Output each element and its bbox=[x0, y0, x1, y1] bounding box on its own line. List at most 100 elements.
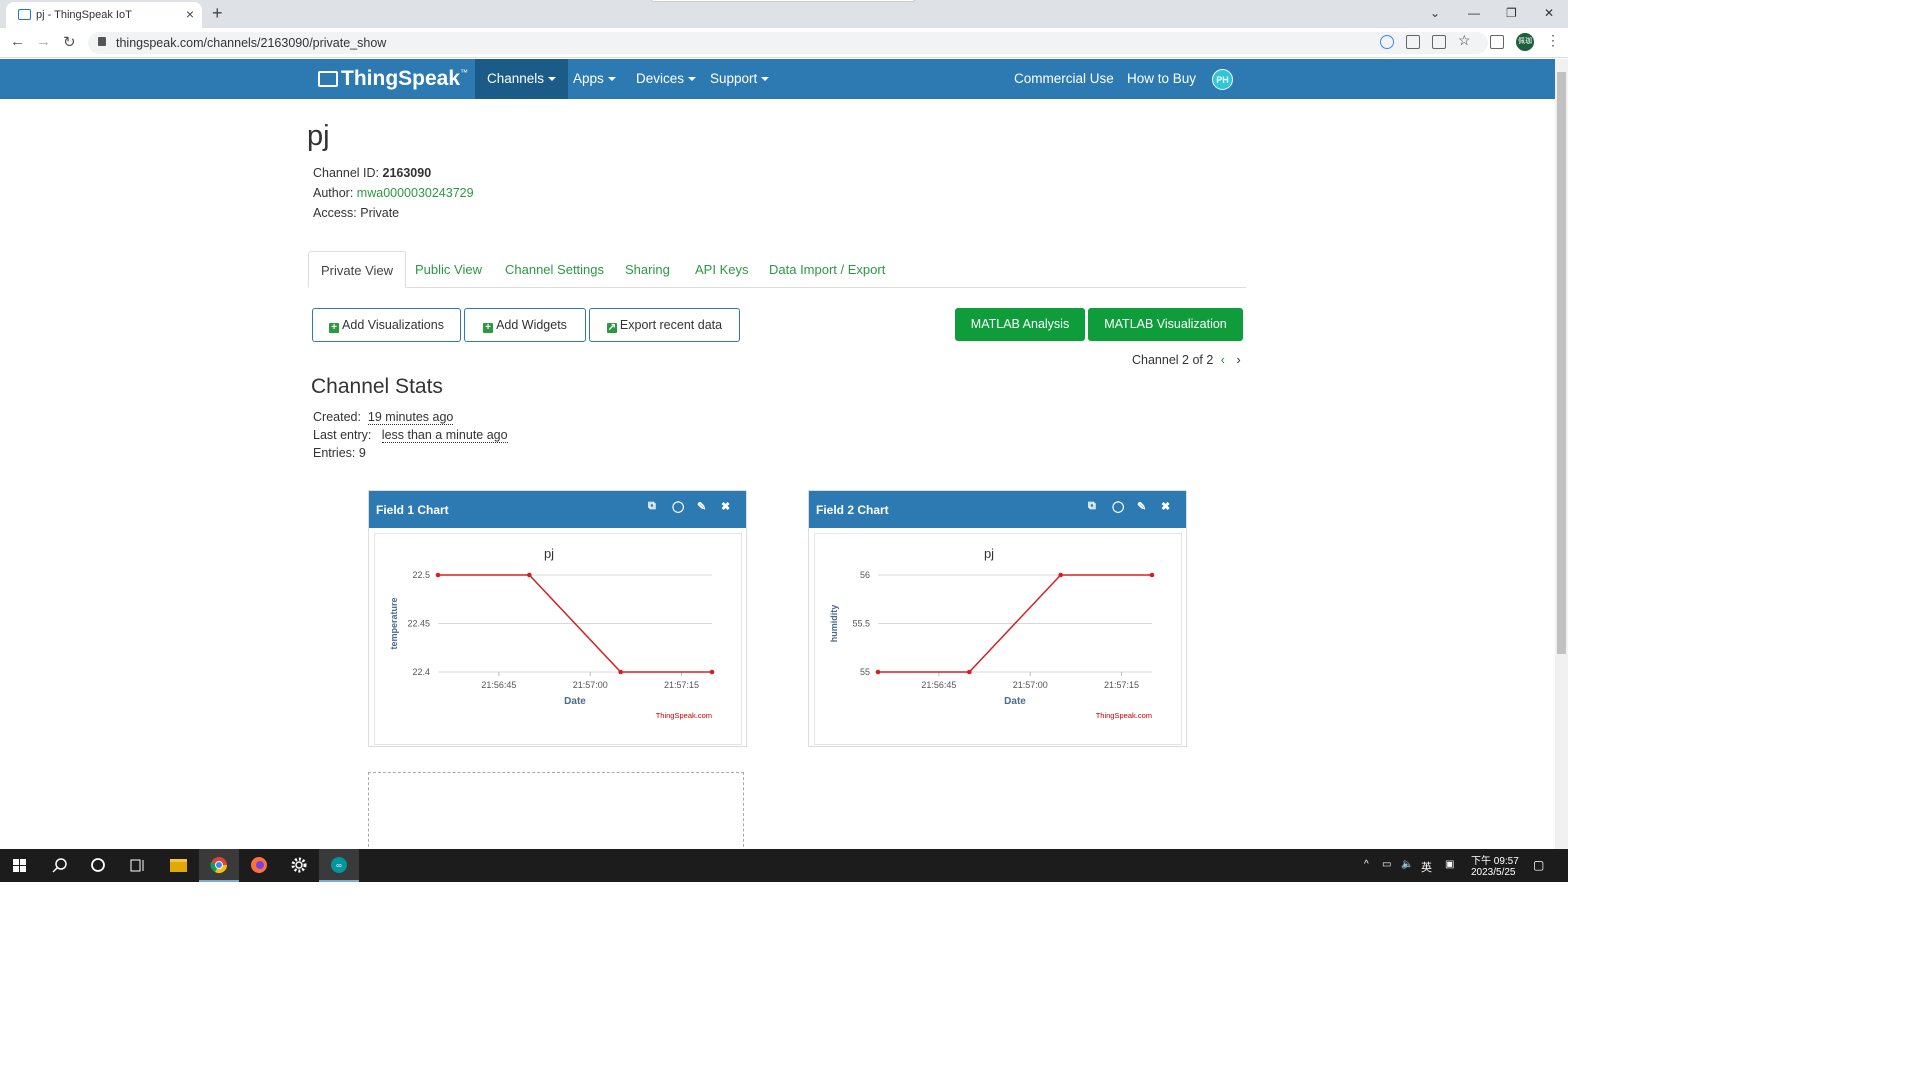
nav-support[interactable]: Support bbox=[698, 59, 781, 99]
browser-toolbar: ← → ↻ thingspeak.com/channels/2163090/pr… bbox=[0, 28, 1568, 58]
chrome-icon bbox=[210, 857, 228, 874]
tab-data-import-export[interactable]: Data Import / Export bbox=[757, 251, 897, 288]
clock-time[interactable]: 下午 09:57 bbox=[1471, 852, 1519, 867]
tab-public-view[interactable]: Public View bbox=[403, 251, 494, 288]
add-visualizations-button[interactable]: + Add Visualizations bbox=[312, 308, 461, 342]
gear-icon bbox=[291, 857, 307, 873]
field1-chart: pj 22.5 22.45 22.4 21:56:45 21:57:00 21:57:15 D… bbox=[389, 546, 715, 720]
ime-indicator[interactable]: 英 bbox=[1421, 859, 1432, 875]
user-avatar[interactable]: PH bbox=[1212, 69, 1233, 90]
close-tab-icon[interactable]: × bbox=[186, 6, 194, 22]
browser-tabstrip: pj - ThingSpeak IoT × + ⌄ — ❐ ✕ bbox=[0, 0, 1568, 28]
arduino-taskbar-button[interactable]: ∞ bbox=[319, 849, 359, 882]
add-widgets-button[interactable]: + Add Widgets bbox=[464, 308, 586, 342]
logo-text: ThingSpeak bbox=[341, 67, 461, 90]
close-window-icon[interactable]: ✕ bbox=[1544, 6, 1554, 20]
field2-chart-widget: Field 2 Chart ⧉ ◯ ✎ ✖ pj 56 55.5 55 21:56:45… bbox=[808, 490, 1187, 747]
share-icon[interactable] bbox=[1432, 35, 1446, 49]
pencil-icon[interactable]: ✎ bbox=[697, 500, 706, 513]
chevron-right-icon[interactable]: › bbox=[1236, 353, 1240, 367]
close-icon[interactable]: ✖ bbox=[1161, 500, 1170, 513]
matlab-analysis-button[interactable]: MATLAB Analysis bbox=[955, 308, 1085, 341]
plus-icon: + bbox=[329, 323, 340, 333]
tab-private-view[interactable]: Private View bbox=[308, 251, 407, 288]
chart-title: pj bbox=[544, 546, 554, 561]
ime-mode-icon[interactable]: ▣ bbox=[1445, 859, 1454, 870]
firefox-taskbar-button[interactable] bbox=[239, 849, 279, 882]
tab-search-icon[interactable]: ⌄ bbox=[1430, 6, 1440, 20]
clock-date[interactable]: 2023/5/25 bbox=[1471, 867, 1516, 878]
tray-chevron-up-icon[interactable]: ^ bbox=[1364, 859, 1369, 870]
chart-title: pj bbox=[984, 546, 994, 561]
close-icon[interactable]: ✖ bbox=[721, 500, 730, 513]
search-icon bbox=[52, 858, 67, 873]
browser-menu-icon[interactable]: ⋮ bbox=[1546, 32, 1560, 49]
comment-icon[interactable]: ◯ bbox=[1112, 500, 1124, 513]
chart-credit: ThingSpeak.com bbox=[1096, 711, 1152, 720]
widget-header: Field 1 Chart ⧉ ◯ ✎ ✖ bbox=[369, 491, 746, 528]
speech-bubble-logo-icon bbox=[318, 71, 338, 87]
tab-sharing[interactable]: Sharing bbox=[613, 251, 682, 288]
export-recent-data-button[interactable]: ↗ Export recent data bbox=[589, 308, 740, 342]
open-external-icon[interactable]: ⧉ bbox=[648, 500, 656, 513]
chrome-taskbar-button[interactable] bbox=[199, 849, 239, 882]
author-row: Author: mwa0000030243729 bbox=[313, 186, 474, 200]
nav-devices[interactable]: Devices bbox=[624, 59, 708, 99]
matlab-visualization-button[interactable]: MATLAB Visualization bbox=[1088, 308, 1243, 341]
browser-tab[interactable]: pj - ThingSpeak IoT × bbox=[6, 2, 202, 28]
x-tick-label: 21:56:45 bbox=[921, 680, 956, 690]
field2-chart: pj 56 55.5 55 21:56:45 21:57:00 21:57:15 Date hu… bbox=[829, 546, 1155, 720]
nav-channels[interactable]: Channels bbox=[475, 59, 569, 99]
network-icon[interactable]: ▭ bbox=[1382, 859, 1391, 870]
nav-how-to-buy[interactable]: How to Buy bbox=[1115, 59, 1208, 99]
start-button[interactable] bbox=[0, 849, 40, 882]
browser-tab-title: pj - ThingSpeak IoT bbox=[36, 9, 132, 21]
tab-channel-settings[interactable]: Channel Settings bbox=[493, 251, 616, 288]
pencil-icon[interactable]: ✎ bbox=[1137, 500, 1146, 513]
thingspeak-navbar: ThingSpeak™ Channels Apps Devices Suppor… bbox=[0, 59, 1555, 99]
last-entry-label: Last entry: bbox=[313, 428, 372, 442]
comment-icon[interactable]: ◯ bbox=[672, 500, 684, 513]
y-axis-label: humidity bbox=[829, 605, 839, 643]
forward-icon[interactable]: → bbox=[36, 33, 51, 50]
notification-icon[interactable]: ▢ bbox=[1533, 858, 1544, 872]
reload-icon[interactable]: ↻ bbox=[63, 33, 76, 51]
nav-commercial-use[interactable]: Commercial Use bbox=[1002, 59, 1126, 99]
chart-area: pj 56 55.5 55 21:56:45 21:57:00 21:57:15 Date hu… bbox=[814, 533, 1182, 745]
address-bar[interactable]: thingspeak.com/channels/2163090/private_… bbox=[88, 32, 1488, 54]
search-button[interactable] bbox=[40, 849, 80, 882]
settings-taskbar-button[interactable] bbox=[279, 849, 319, 882]
minimize-icon[interactable]: — bbox=[1468, 6, 1480, 20]
task-view-button[interactable] bbox=[117, 849, 157, 882]
volume-icon[interactable]: 🔈 bbox=[1401, 859, 1413, 870]
author-label: Author: bbox=[313, 186, 354, 200]
open-external-icon[interactable]: ⧉ bbox=[1088, 500, 1096, 513]
side-panel-icon[interactable] bbox=[1490, 35, 1504, 49]
tab-api-keys[interactable]: API Keys bbox=[683, 251, 760, 288]
restore-icon[interactable]: ❐ bbox=[1506, 6, 1517, 20]
back-icon[interactable]: ← bbox=[10, 33, 25, 50]
thingspeak-logo[interactable]: ThingSpeak™ bbox=[318, 67, 468, 91]
google-icon[interactable] bbox=[1380, 35, 1394, 49]
firefox-icon bbox=[251, 857, 267, 873]
created-value: 19 minutes ago bbox=[367, 410, 454, 425]
data-point bbox=[527, 572, 532, 578]
y-tick-label: 55 bbox=[860, 667, 870, 677]
new-tab-button[interactable]: + bbox=[212, 3, 223, 24]
translate-icon[interactable] bbox=[1406, 35, 1420, 49]
field1-chart-widget: Field 1 Chart ⧉ ◯ ✎ ✖ pj 22.5 22.45 22.4 21:… bbox=[368, 490, 747, 747]
cortana-button[interactable] bbox=[78, 849, 118, 882]
channel-pager-text: Channel 2 of 2 bbox=[1132, 353, 1214, 367]
scrollbar-thumb[interactable] bbox=[1557, 72, 1566, 654]
nav-channels-label: Channels bbox=[487, 71, 545, 86]
channel-tabs: Private View Public View Channel Setting… bbox=[308, 251, 1246, 288]
nav-support-label: Support bbox=[710, 71, 758, 86]
add-widgets-label: Add Widgets bbox=[496, 318, 567, 332]
bookmark-star-icon[interactable]: ☆ bbox=[1458, 32, 1472, 48]
file-explorer-button[interactable] bbox=[158, 849, 198, 882]
chevron-left-icon[interactable]: ‹ bbox=[1221, 353, 1225, 367]
nav-apps[interactable]: Apps bbox=[561, 59, 628, 99]
browser-profile-avatar[interactable]: 佩珈 bbox=[1516, 33, 1534, 51]
author-link[interactable]: mwa0000030243729 bbox=[357, 186, 474, 200]
arduino-icon: ∞ bbox=[331, 857, 347, 873]
